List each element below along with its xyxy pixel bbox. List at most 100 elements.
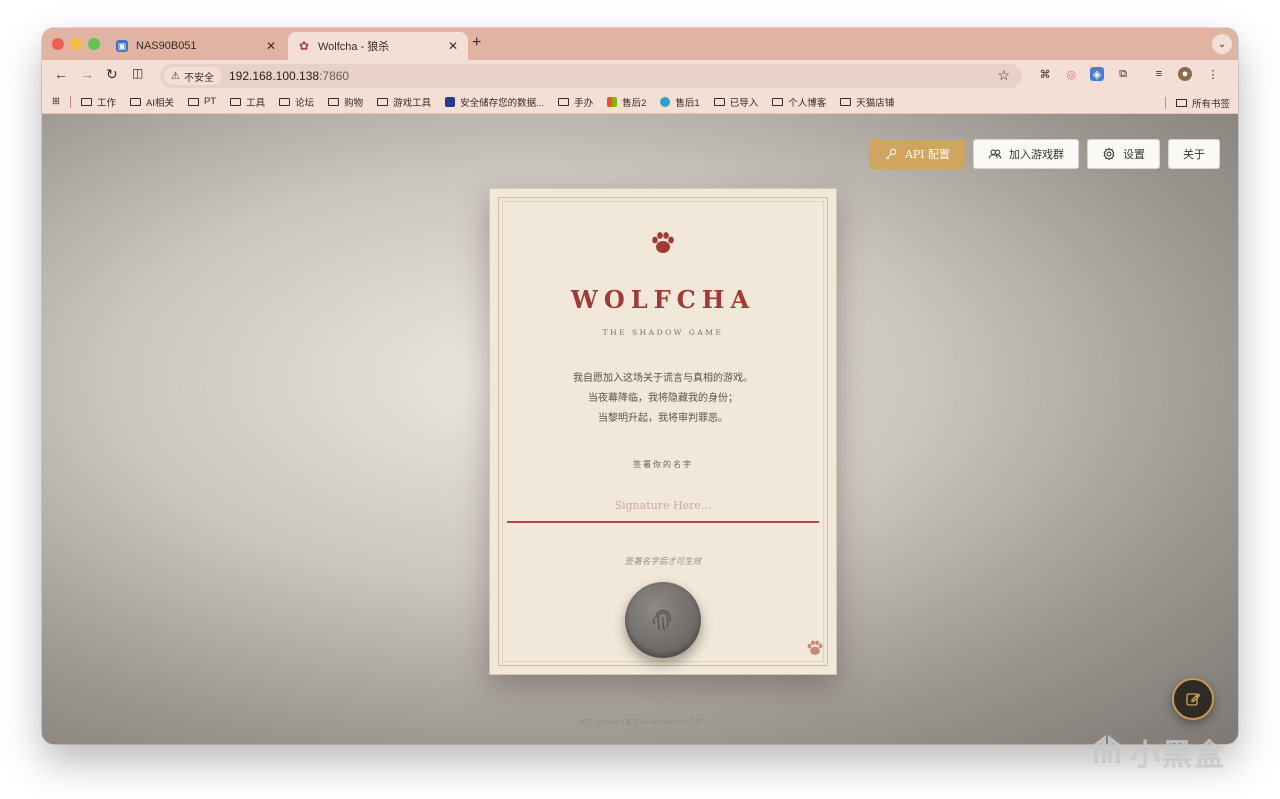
bookmark-folder[interactable]: PT [187,96,217,107]
minimize-window-button[interactable] [70,38,82,50]
all-bookmarks-label: 所有书签 [1191,99,1230,110]
close-tab-icon[interactable]: ✕ [266,39,276,53]
divider [69,95,71,108]
bookmark-label: 安全储存您的数据... [460,97,545,109]
api-config-button[interactable]: API 配置 [868,139,965,169]
sign-hint: 签署名字后才可生效 [624,557,702,567]
watermark-text: 小黑盒 [1130,738,1226,773]
bookmark-folder[interactable]: 已导入 [713,95,759,109]
address-bar[interactable]: ⚠ 不安全 192.168.100.138:7860 ☆ [160,64,1022,88]
folder-icon [328,97,340,106]
bookmark-label: 购物 [344,97,364,109]
tab-strip: ▣ NAS90B051 ✕ ✿ Wolfcha - 狼杀 ✕ + ⌄ [42,28,1238,60]
edit-fab-button[interactable] [1172,678,1214,720]
oath-text: 我自愿加入这场关于谎言与真相的游戏。 当夜幕降临，我将隐藏我的身份； 当黎明升起… [490,369,836,429]
folder-icon [230,97,242,106]
key-icon [885,148,897,160]
signature-input[interactable] [507,489,819,523]
split-view-icon[interactable]: ◫ [132,66,143,80]
windows-icon [607,96,618,107]
oath-line: 当黎明升起，我将审判罪恶。 [598,413,728,424]
game-subtitle: THE SHADOW GAME [602,328,724,337]
bookmark-label: 天猫店铺 [856,97,895,109]
extension-pig-icon[interactable]: ◎ [1064,67,1078,81]
new-tab-button[interactable]: + [472,34,481,52]
watermark: 小黑盒 [1090,730,1226,774]
edit-icon [1186,693,1201,706]
extensions-puzzle-icon[interactable]: ⧉ [1116,67,1130,81]
url-host: 192.168.100.138 [228,69,320,83]
bookmark-folder[interactable]: 天猫店铺 [840,95,894,109]
api-config-label: API 配置 [904,148,950,161]
join-group-button[interactable]: 加入游戏群 [973,139,1079,169]
warning-icon: ⚠ [171,70,180,82]
folder-icon [772,97,784,106]
users-icon [988,149,1002,159]
folder-icon [279,97,291,106]
bookmark-label: PT [203,96,217,107]
oath-line: 我自愿加入这场关于谎言与真相的游戏。 [573,373,753,384]
settings-button[interactable]: 设置 [1087,139,1160,169]
license-footer[interactable]: MIT License | 基于 oil-oil/wolfcha 二开 [42,716,1238,726]
bookmark-folder[interactable]: 购物 [328,95,363,109]
bookmark-folder[interactable]: 工具 [230,95,265,109]
oath-card: WOLFCHA THE SHADOW GAME 我自愿加入这场关于谎言与真相的游… [489,188,837,675]
about-label: 关于 [1183,148,1205,161]
all-bookmarks[interactable]: 所有书签 [1164,96,1230,110]
security-label: 不安全 [183,72,214,84]
bookmark-link[interactable]: 安全储存您的数据... [445,95,544,109]
forward-arrow-icon[interactable]: → [80,66,94,82]
folder-icon [377,97,389,106]
bookmark-folder[interactable]: 工作 [80,95,116,109]
folder-icon [187,97,199,106]
game-title: WOLFCHA [570,285,756,314]
url-port: :7860 [319,69,350,83]
bookmark-folder[interactable]: 游戏工具 [377,95,431,109]
bookmark-label: 工作 [96,97,116,109]
close-tab-icon[interactable]: ✕ [448,39,458,53]
apps-grid-icon[interactable]: ⊞ [52,96,60,107]
url-text: 192.168.100.138:7860 [229,69,349,83]
bookmark-link[interactable]: 售后1 [660,95,700,109]
bookmark-folder[interactable]: 论坛 [279,95,314,109]
bookmark-folder[interactable]: AI相关 [129,95,174,109]
bookmark-label: 手办 [574,97,594,109]
bookmark-star-icon[interactable]: ☆ [997,67,1010,84]
heybox-logo-icon [1094,735,1120,763]
tab-nas[interactable]: ▣ NAS90B051 ✕ [106,32,286,60]
bookmark-label: 已导入 [729,97,759,109]
bookmark-folder[interactable]: 手办 [558,95,593,109]
paw-icon: ✿ [298,39,310,53]
bookmark-label: AI相关 [145,97,174,109]
media-control-icon[interactable]: ≡ [1152,67,1166,81]
storage-icon [445,96,456,107]
extension-blue-icon[interactable]: ◈ [1090,67,1104,81]
sign-label: 签署你的名字 [633,460,693,469]
browser-toolbar: ← → ↻ ◫ ⚠ 不安全 192.168.100.138:7860 ☆ ⌘ ◎… [42,60,1238,90]
join-group-label: 加入游戏群 [1009,148,1064,161]
folder-icon [840,97,852,106]
extension-translate-icon[interactable]: ⌘ [1038,67,1052,81]
reload-icon[interactable]: ↻ [106,66,118,83]
fingerprint-icon [652,609,671,631]
bookmark-folder[interactable]: 个人博客 [772,95,826,109]
top-actions: API 配置 加入游戏群 设置 关于 [868,139,1220,169]
divider [1164,97,1166,109]
fingerprint-button[interactable] [625,582,701,658]
close-window-button[interactable] [52,38,64,50]
bookmark-link[interactable]: 售后2 [607,95,646,109]
tab-label: NAS90B051 [136,40,197,52]
menu-dots-icon[interactable]: ⋮ [1206,67,1220,81]
profile-avatar[interactable]: ● [1178,67,1192,81]
folder-icon [558,97,570,106]
tab-wolfcha[interactable]: ✿ Wolfcha - 狼杀 ✕ [288,32,468,60]
page-viewport: API 配置 加入游戏群 设置 关于 WOLFCHA THE SHADOW GA… [42,114,1238,744]
about-button[interactable]: 关于 [1168,139,1220,169]
bookmark-label: 个人博客 [788,97,827,109]
tab-search-button[interactable]: ⌄ [1212,34,1232,54]
bookmark-label: 游戏工具 [393,97,432,109]
maximize-window-button[interactable] [88,38,100,50]
security-chip[interactable]: ⚠ 不安全 [164,67,221,85]
back-arrow-icon[interactable]: ← [54,66,68,82]
folder-icon [129,97,141,106]
